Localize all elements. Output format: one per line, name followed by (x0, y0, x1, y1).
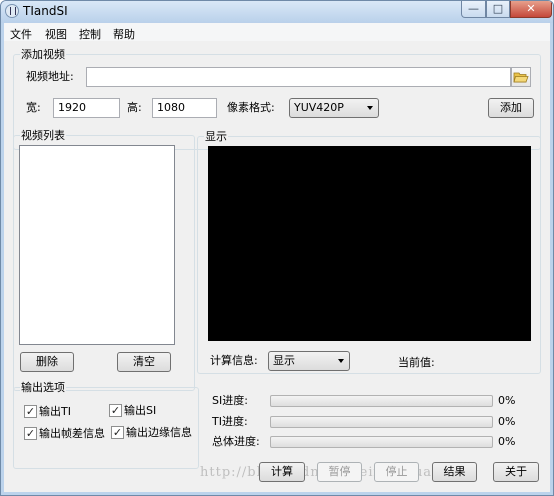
ti-progress-bar (270, 416, 493, 428)
compute-button[interactable]: 计算 (259, 462, 305, 482)
output-options-group-label: 输出选项 (20, 381, 66, 394)
client-area: 文件 视图 控制 帮助 添加视频 视频地址: 宽: 1920 高: 1080 像… (4, 23, 550, 492)
chevron-down-icon (367, 106, 373, 110)
video-address-input[interactable] (86, 67, 511, 87)
output-ti-label: 输出TI (39, 405, 71, 418)
video-address-label: 视频地址: (26, 70, 74, 83)
calc-info-label: 计算信息: (210, 354, 258, 367)
clear-button[interactable]: 清空 (117, 352, 171, 372)
pixel-format-value: YUV420P (294, 101, 344, 114)
pause-button[interactable]: 暂停 (317, 462, 362, 482)
si-progress-bar (270, 395, 493, 407)
ti-progress-percent: 0% (498, 415, 516, 428)
output-frame-diff-checkbox[interactable]: ✓ (24, 427, 37, 440)
add-video-group-label: 添加视频 (20, 48, 66, 61)
output-ti-checkbox[interactable]: ✓ (24, 405, 37, 418)
app-window: TIandSI — □ ✕ 文件 视图 控制 帮助 添加视频 视频地址: 宽: … (0, 0, 554, 496)
close-button[interactable]: ✕ (510, 1, 552, 18)
output-si-checkbox[interactable]: ✓ (109, 404, 122, 417)
menu-file[interactable]: 文件 (10, 26, 32, 42)
video-list-group: 视频列表 删除 清空 (13, 129, 195, 391)
height-label: 高: (127, 101, 142, 114)
app-icon (5, 4, 19, 18)
window-title: TIandSI (23, 4, 68, 18)
current-value-label: 当前值: (398, 356, 435, 369)
delete-button[interactable]: 删除 (20, 352, 74, 372)
stop-button[interactable]: 停止 (374, 462, 419, 482)
title-bar[interactable]: TIandSI — □ ✕ (1, 1, 553, 23)
width-input[interactable]: 1920 (53, 98, 120, 118)
minimize-button[interactable]: — (461, 1, 486, 18)
display-group: 显示 计算信息: 显示 当前值: (197, 130, 541, 374)
result-button[interactable]: 结果 (432, 462, 477, 482)
output-si-label: 输出SI (124, 404, 157, 417)
menu-control[interactable]: 控制 (79, 26, 101, 42)
si-progress-percent: 0% (498, 394, 516, 407)
si-progress-label: SI进度: (212, 394, 248, 407)
menu-bar: 文件 视图 控制 帮助 (4, 23, 550, 41)
maximize-button[interactable]: □ (486, 1, 510, 18)
video-display (208, 146, 531, 341)
calc-info-value: 显示 (273, 354, 295, 367)
pixel-format-select[interactable]: YUV420P (289, 98, 379, 118)
output-frame-diff-label: 输出帧差信息 (39, 427, 105, 440)
calc-info-select[interactable]: 显示 (268, 351, 350, 371)
total-progress-label: 总体进度: (212, 435, 260, 448)
chevron-down-icon (338, 359, 344, 363)
display-group-label: 显示 (204, 130, 228, 143)
video-list-group-label: 视频列表 (20, 129, 66, 142)
about-button[interactable]: 关于 (493, 462, 539, 482)
total-progress-bar (270, 436, 493, 448)
output-edge-info-label: 输出边缘信息 (126, 426, 192, 439)
height-input[interactable]: 1080 (152, 98, 217, 118)
ti-progress-label: TI进度: (212, 415, 248, 428)
video-listbox[interactable] (19, 145, 175, 345)
total-progress-percent: 0% (498, 435, 516, 448)
width-label: 宽: (26, 101, 41, 114)
folder-open-icon[interactable] (511, 67, 531, 87)
menu-help[interactable]: 帮助 (113, 26, 135, 42)
add-button[interactable]: 添加 (488, 98, 534, 118)
output-edge-info-checkbox[interactable]: ✓ (111, 426, 124, 439)
menu-view[interactable]: 视图 (45, 26, 67, 42)
output-options-group: 输出选项 ✓ 输出TI ✓ 输出SI ✓ 输出帧差信息 ✓ 输出边缘信息 (13, 381, 199, 469)
pixel-format-label: 像素格式: (227, 101, 275, 114)
